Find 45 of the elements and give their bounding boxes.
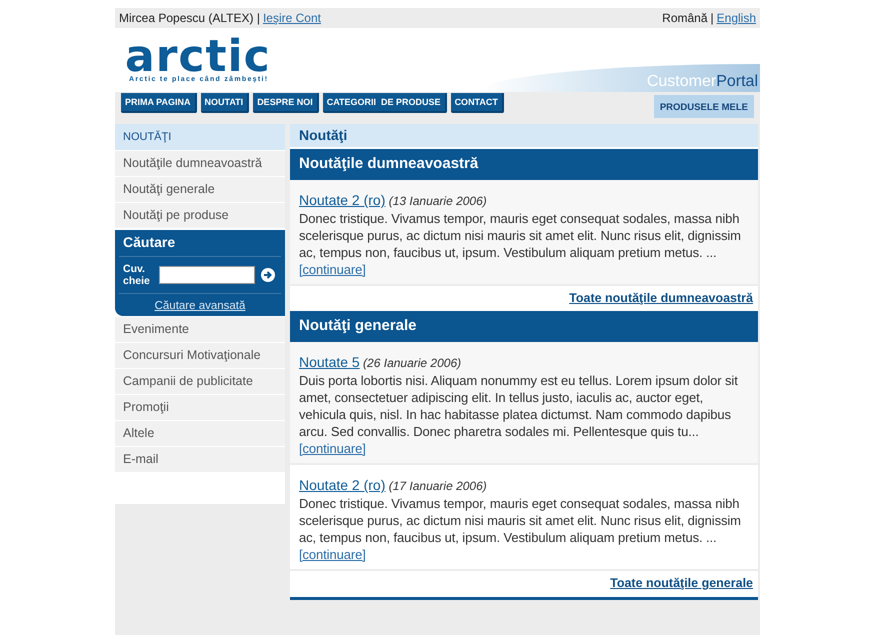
article-date: (26 Ianuarie 2006) — [362, 356, 462, 370]
section-header: Noutăţi generale — [290, 311, 758, 342]
nav-tab[interactable]: DESPRE NOI — [253, 93, 319, 113]
read-more-link[interactable]: [continuare] — [299, 441, 366, 456]
all-news-link[interactable]: Toate noutăţile generale — [610, 576, 753, 590]
article-date: (17 Ianuarie 2006) — [388, 479, 487, 493]
arrow-icon[interactable] — [261, 268, 275, 282]
article-text: Duis porta lobortis nisi. Aliquam nonummy est eu tellus. Lorem ipsum dolor sit amet, consectetuer adipiscing elit. In tellus justo, iaculis ac, auctor eget, vehicula quis, nisl. In hac habitasse platea dictumst. Nam commodo dapibus arcu. Sed convallis. Donec pharetra sodales mi. Pellentesque quis tu... [continuare] — [299, 372, 739, 457]
nav-tab[interactable]: NOUTATI — [200, 93, 250, 113]
sidebar-item[interactable]: Evenimente — [115, 317, 285, 343]
section-header: Noutăţile dumneavoastră — [290, 149, 758, 180]
language-link[interactable]: English — [716, 11, 756, 26]
article-text: Donec tristique. Vivamus tempor, mauris eget consequat sodales, massa nibh scelerisque purus, ac dictum nisi mauris sit amet elit. Nunc risus elit, dignissim ac, tempus non, faucibus ut, ipsum. Vestibulum aliquam pretium metus. ... [continuare] — [299, 495, 742, 563]
article-title-link[interactable]: Noutate 5 — [299, 354, 360, 370]
user-name: Mircea Popescu (ALTEX) | — [119, 11, 260, 25]
sidebar-item[interactable]: E-mail — [115, 447, 285, 473]
sidebar-item[interactable]: Noutăţile dumneavoastră — [115, 151, 285, 177]
sidebar-item[interactable]: Noutăţi generale — [115, 177, 285, 203]
read-more-link[interactable]: [continuare] — [299, 262, 366, 277]
sidebar-item[interactable]: Altele — [115, 421, 285, 447]
all-news-link[interactable]: Toate noutăţile dumneavoastră — [569, 291, 753, 305]
article-title-link[interactable]: Noutate 2 (ro) — [299, 192, 386, 208]
my-products-button[interactable]: PRODUSELE MELE — [654, 95, 754, 118]
keyword-field[interactable] — [159, 266, 255, 284]
field-label: Cuv. cheie — [123, 263, 151, 287]
nav-tab[interactable]: CONTACT — [450, 93, 504, 113]
search-title: Căutare — [119, 230, 281, 257]
advanced-search-link[interactable]: Căutare avansată — [154, 300, 246, 312]
sidebar-item[interactable]: Campanii de publicitate — [115, 369, 285, 395]
separator: | — [710, 11, 714, 26]
logout-link[interactable]: Ieşire Cont — [262, 11, 321, 25]
read-more-link[interactable]: [continuare] — [299, 547, 366, 562]
language-link[interactable]: Română — [662, 11, 708, 26]
article-date: (13 Ianuarie 2006) — [388, 194, 487, 208]
logo: arctic — [125, 40, 271, 74]
sidebar-heading: NOUTĂŢI — [115, 124, 285, 151]
page-title: Noutăţi — [290, 124, 758, 147]
nav-tab[interactable]: PRIMA PAGINA — [121, 93, 197, 113]
nav-tab[interactable]: CATEGORII DE PRODUSE — [322, 93, 447, 113]
article-title-link[interactable]: Noutate 2 (ro) — [299, 477, 386, 493]
article-text: Donec tristique. Vivamus tempor, mauris eget consequat sodales, massa nibh scelerisque purus, ac dictum nisi mauris sit amet elit. Nunc risus elit, dignissim ac, tempus non, faucibus ut, ipsum. Vestibulum aliquam pretium metus. ... [continuare] — [299, 210, 742, 278]
sidebar-item[interactable]: Promoţii — [115, 395, 285, 421]
sidebar-item[interactable]: Concursuri Motivaţionale — [115, 343, 285, 369]
sidebar-item[interactable]: Noutăţi pe produse — [115, 203, 285, 229]
portal-title: CustomerPortal — [646, 73, 759, 92]
